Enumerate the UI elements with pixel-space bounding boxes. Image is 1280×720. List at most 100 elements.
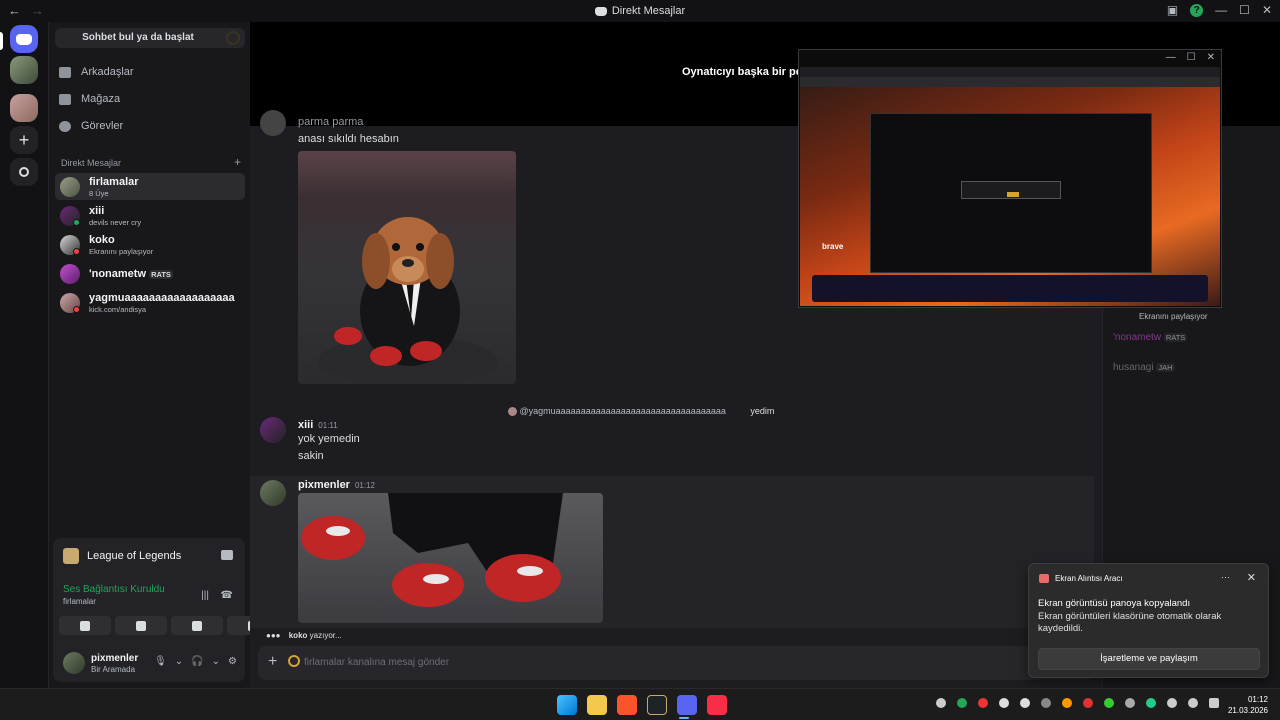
- tray-icon[interactable]: [1062, 698, 1072, 708]
- window-title-text: Direkt Mesajlar: [611, 5, 686, 17]
- clock[interactable]: 01:12 21.03.2026: [1228, 694, 1268, 716]
- maximize-button[interactable]: ☐: [1239, 3, 1250, 17]
- tray-icon[interactable]: [1041, 698, 1051, 708]
- nav-label: Arkadaşlar: [81, 66, 134, 78]
- search-conversation-button[interactable]: Sohbet bul ya da başlat: [55, 28, 245, 48]
- avatar[interactable]: [260, 480, 286, 506]
- cursor-marker-icon: [288, 655, 300, 667]
- activities-button[interactable]: [171, 616, 223, 635]
- mute-microphone-icon[interactable]: 🎙: [154, 656, 167, 667]
- message-composer: + firlamalar kanalına mesaj gönder: [258, 646, 1094, 680]
- puppy-photo: [318, 217, 498, 384]
- message-timestamp: 01:11: [318, 421, 338, 430]
- reply-reference[interactable]: @yagmuaaaaaaaaaaaaaaaaaaaaaaaaaaaaaaaaaa…: [508, 406, 774, 417]
- help-icon[interactable]: ?: [1190, 3, 1204, 17]
- game-activity[interactable]: League of Legends: [63, 548, 181, 564]
- tray-icon[interactable]: [1020, 698, 1030, 708]
- battery-icon[interactable]: [1209, 698, 1219, 708]
- add-server-button[interactable]: +: [10, 126, 38, 154]
- nav-shop[interactable]: Mağaza: [59, 87, 241, 111]
- notification-body: Ekran görüntüleri klasörüne otomatik ola…: [1038, 611, 1222, 634]
- server-avatar[interactable]: [10, 56, 38, 84]
- nav-quests[interactable]: Görevler: [59, 114, 241, 138]
- notification-heading: Ekran görüntüsü panoya kopyalandı: [1038, 598, 1191, 609]
- volume-icon[interactable]: [1188, 698, 1198, 708]
- quests-icon: [59, 120, 71, 132]
- snipping-tool-icon: [1039, 574, 1049, 583]
- discord-taskbar-icon[interactable]: [677, 695, 697, 715]
- dm-item-firlamalar[interactable]: firlamalar 8 Üye: [55, 173, 245, 200]
- dm-name-text: 'nonametw: [89, 268, 147, 280]
- dm-item-xiii[interactable]: xiii devils never cry: [55, 202, 245, 229]
- league-client-icon[interactable]: [647, 695, 667, 715]
- tray-icon[interactable]: [978, 698, 988, 708]
- taskbar-apps: [557, 695, 727, 715]
- nav-friends[interactable]: Arkadaşlar: [59, 60, 241, 84]
- chevron-down-icon[interactable]: ⌄: [175, 656, 183, 667]
- guild-tag: RATS: [1163, 333, 1188, 342]
- activity-screen-icon[interactable]: [221, 550, 233, 560]
- tray-icon[interactable]: [1104, 698, 1114, 708]
- gear-icon[interactable]: ⚙: [228, 656, 237, 667]
- markup-share-button[interactable]: İşaretleme ve paylaşım: [1038, 648, 1260, 670]
- message-author[interactable]: xiii 01:11: [298, 419, 338, 431]
- member-item[interactable]: husanagi JAH: [1113, 362, 1175, 373]
- browser-dialog: [961, 181, 1061, 199]
- minimize-button[interactable]: —: [1215, 3, 1227, 17]
- chevron-down-icon[interactable]: ⌄: [212, 656, 220, 667]
- disconnect-icon[interactable]: ☎: [221, 590, 233, 601]
- inbox-icon[interactable]: ▣: [1167, 3, 1178, 17]
- more-options-button[interactable]: ···: [1221, 572, 1230, 582]
- attach-plus-button[interactable]: +: [268, 653, 277, 671]
- current-user[interactable]: pixmenler Bir Aramada 🎙 ⌄ 🎧 ⌄ ⚙: [61, 650, 241, 678]
- avatar[interactable]: [260, 417, 286, 443]
- tray-icon[interactable]: [1083, 698, 1093, 708]
- apple-music-icon[interactable]: [707, 695, 727, 715]
- dm-subtitle: kick.com/andisya: [89, 305, 147, 314]
- popout-close-button[interactable]: ✕: [1207, 52, 1215, 63]
- popout-minimize-button[interactable]: —: [1166, 52, 1176, 63]
- member-item[interactable]: 'nonametw RATS: [1113, 332, 1188, 343]
- tray-icon[interactable]: [936, 698, 946, 708]
- dm-item-koko[interactable]: koko Ekranını paylaşıyor: [55, 231, 245, 258]
- screen-share-button[interactable]: [115, 616, 167, 635]
- typing-user: koko: [288, 631, 308, 640]
- start-button[interactable]: [557, 695, 577, 715]
- clock-date: 21.03.2026: [1227, 706, 1268, 715]
- crocs-photo: [301, 493, 563, 607]
- server-avatar[interactable]: [10, 94, 38, 122]
- member-activity-text: Ekranını paylaşıyor: [1139, 312, 1208, 321]
- message-image-puppy[interactable]: [298, 151, 516, 384]
- tray-icon[interactable]: [999, 698, 1009, 708]
- snip-notification[interactable]: Ekran Alıntısı Aracı ··· ✕ Ekran görüntü…: [1028, 563, 1269, 678]
- brave-browser-icon[interactable]: [617, 695, 637, 715]
- deafen-headphones-icon[interactable]: 🎧: [191, 656, 203, 667]
- voice-connection[interactable]: Ses Bağlantısı Kuruldu firlamalar: [63, 584, 165, 606]
- explore-servers-button[interactable]: [10, 158, 38, 186]
- microphone-icon[interactable]: [1167, 698, 1177, 708]
- screen-share-popout[interactable]: — ☐ ✕ brave: [798, 49, 1222, 308]
- camera-off-button[interactable]: [59, 616, 111, 635]
- dm-name: yagmuaaaaaaaaaaaaaaaaaa: [89, 292, 235, 304]
- direct-messages-home[interactable]: [10, 25, 38, 53]
- tray-icon[interactable]: [1125, 698, 1135, 708]
- dm-subtitle: Ekranını paylaşıyor: [89, 247, 154, 256]
- notification-app-name: Ekran Alıntısı Aracı: [1055, 574, 1123, 583]
- popout-maximize-button[interactable]: ☐: [1187, 52, 1196, 63]
- message-image-crocs[interactable]: [298, 493, 603, 623]
- dm-subtitle: devils never cry: [89, 218, 142, 227]
- dm-item-nonametw[interactable]: 'nonametw RATS: [55, 260, 245, 287]
- activities-icon: [192, 620, 202, 631]
- close-button[interactable]: ✕: [1262, 3, 1272, 17]
- tray-icon[interactable]: [957, 698, 967, 708]
- close-icon[interactable]: ✕: [1247, 571, 1256, 584]
- tray-icon[interactable]: [1146, 698, 1156, 708]
- message-input[interactable]: firlamalar kanalına mesaj gönder: [304, 657, 449, 668]
- file-explorer-icon[interactable]: [587, 695, 607, 715]
- selected-indicator: [0, 32, 3, 50]
- voice-waveform-icon[interactable]: |||: [201, 590, 209, 601]
- brave-label: brave: [822, 242, 844, 251]
- create-dm-button[interactable]: +: [234, 155, 241, 169]
- message-author[interactable]: pixmenler 01:12: [298, 479, 375, 491]
- dm-item-yagmu[interactable]: yagmuaaaaaaaaaaaaaaaaaa kick.com/andisya: [55, 289, 245, 316]
